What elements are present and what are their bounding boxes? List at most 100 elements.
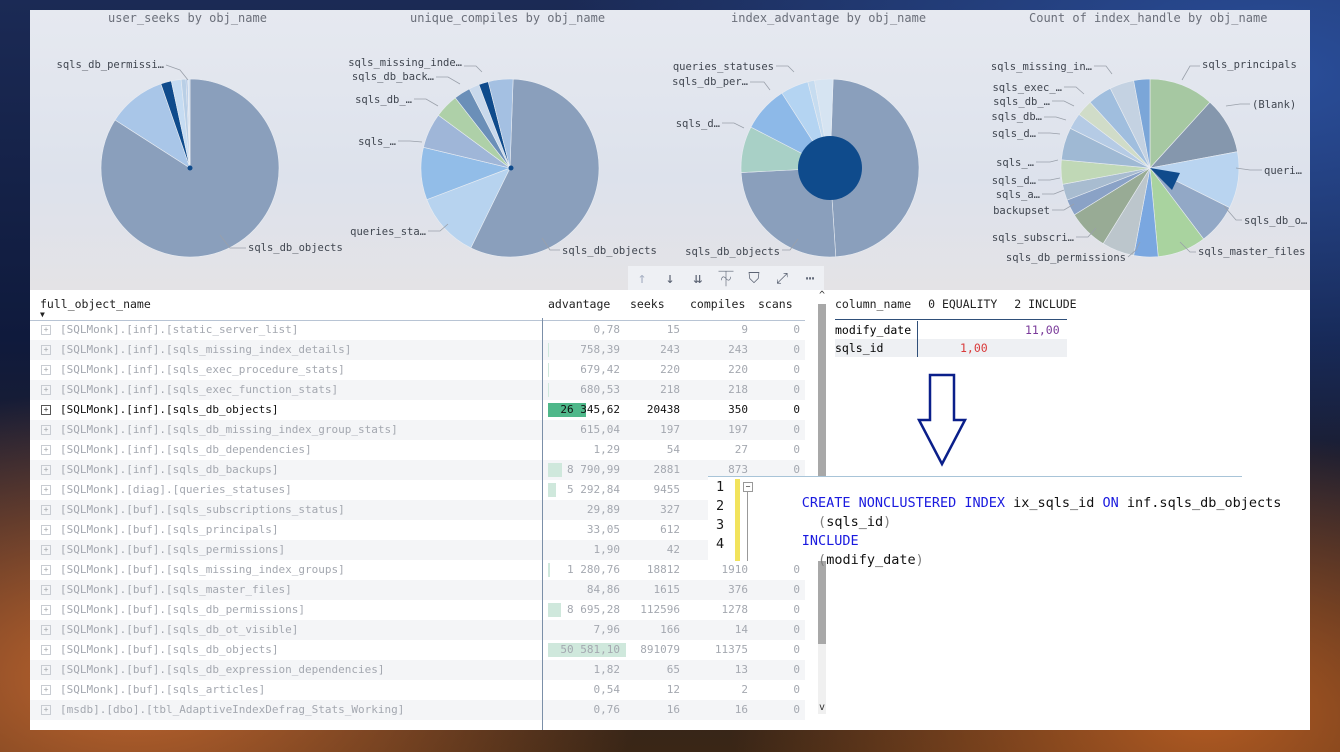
expand-row-icon[interactable]: + <box>41 465 51 475</box>
sql-identifier: modify_date <box>826 552 916 568</box>
pie-chart-unique-compiles[interactable] <box>420 78 600 258</box>
expand-row-icon[interactable]: + <box>41 605 51 615</box>
table-row[interactable]: + [SQLMonk].[buf].[sqls_db_objects] 50 581… <box>30 640 805 660</box>
table-row[interactable]: + [SQLMonk].[inf].[sqls_db_objects] 26 345… <box>30 400 805 420</box>
expand-row-icon[interactable]: + <box>41 385 51 395</box>
cell-seeks: 166 <box>660 623 680 636</box>
cell-scans: 0 <box>793 463 800 476</box>
expand-hierarchy-icon[interactable]: ⏇ <box>712 266 740 290</box>
expand-row-icon[interactable]: + <box>41 325 51 335</box>
expand-row-icon[interactable]: + <box>41 425 51 435</box>
pie-center-dot <box>187 165 193 171</box>
cell-advantage: 615,04 <box>580 423 620 436</box>
cell-compiles: 9 <box>741 323 748 336</box>
expand-row-icon[interactable]: + <box>41 685 51 695</box>
expand-row-icon[interactable]: + <box>41 485 51 495</box>
column-header-seeks[interactable]: seeks <box>630 297 665 311</box>
cell-advantage: 8 790,99 <box>567 463 620 476</box>
advantage-data-bar <box>548 343 550 357</box>
expand-row-icon[interactable]: + <box>41 565 51 575</box>
table-row[interactable]: + [msdb].[dbo].[tbl_AdaptiveIndexDefrag_S… <box>30 700 805 720</box>
pie-label: sqls_db_objects <box>685 246 780 258</box>
cell-scans: 0 <box>793 663 800 676</box>
cell-full-object-name: [SQLMonk].[buf].[sqls_articles] <box>60 683 266 696</box>
scroll-up-icon[interactable]: ^ <box>816 290 828 301</box>
expand-row-icon[interactable]: + <box>41 625 51 635</box>
expand-row-icon[interactable]: + <box>41 585 51 595</box>
cell-seeks: 1615 <box>653 583 681 596</box>
expand-row-icon[interactable]: + <box>41 405 51 415</box>
pie-label: (Blank) <box>1252 99 1296 111</box>
cell-seeks: 54 <box>666 443 680 456</box>
table-row[interactable]: + [SQLMonk].[buf].[sqls_master_files] 84,8… <box>30 580 805 600</box>
double-arrow-down-icon[interactable]: ⇊ <box>684 266 712 290</box>
cell-advantage: 50 581,10 <box>560 643 620 656</box>
more-options-icon[interactable]: ⋯ <box>796 266 824 290</box>
cell-scans: 0 <box>793 643 800 656</box>
table-row[interactable]: + [SQLMonk].[buf].[sqls_missing_index_gro… <box>30 560 805 580</box>
cell-compiles: 11375 <box>714 643 748 656</box>
matrix-header-equality[interactable]: 0 EQUALITY <box>928 297 997 311</box>
cell-seeks: 42 <box>666 543 680 556</box>
expand-row-icon[interactable]: + <box>41 365 51 375</box>
matrix-header-column-name[interactable]: column_name <box>835 297 911 311</box>
pie-chart-user-seeks[interactable] <box>100 78 280 258</box>
table-row[interactable]: + [SQLMonk].[buf].[sqls_subscriptions_sta… <box>30 500 805 520</box>
visual-header-toolbar: ↑ ↓ ⇊ ⏇ ⛉ ⤢ ⋯ <box>628 266 824 290</box>
cell-compiles: 218 <box>728 383 748 396</box>
table-row[interactable]: + [SQLMonk].[buf].[sqls_db_ot_visible] 7,9… <box>30 620 805 640</box>
filter-icon[interactable]: ⛉ <box>740 266 768 290</box>
matrix-row[interactable]: modify_date 11,00 <box>835 321 1067 339</box>
expand-row-icon[interactable]: + <box>41 345 51 355</box>
sort-desc-icon[interactable]: ▼ <box>40 310 45 319</box>
cell-compiles: 13 <box>734 663 748 676</box>
cell-compiles: 220 <box>728 363 748 376</box>
column-header-advantage[interactable]: advantage <box>548 297 610 311</box>
collapse-icon[interactable]: − <box>743 482 753 492</box>
charts-area: user_seeks by obj_name unique_compiles b… <box>30 10 1310 290</box>
sql-identifier: ix_sqls_id <box>1004 495 1103 511</box>
pie-chart-count-index-handle[interactable] <box>1060 78 1240 258</box>
cell-scans: 0 <box>793 383 800 396</box>
matrix-row[interactable]: sqls_id 1,00 <box>835 339 1067 357</box>
table-row[interactable]: + [SQLMonk].[inf].[sqls_missing_index_det… <box>30 340 805 360</box>
cell-compiles: 16 <box>734 703 748 716</box>
expand-row-icon[interactable]: + <box>41 445 51 455</box>
table-row[interactable]: + [SQLMonk].[inf].[sqls_exec_function_sta… <box>30 380 805 400</box>
table-row[interactable]: + [SQLMonk].[inf].[sqls_exec_procedure_st… <box>30 360 805 380</box>
expand-row-icon[interactable]: + <box>41 665 51 675</box>
cell-seeks: 20438 <box>646 403 680 416</box>
table-row[interactable]: + [SQLMonk].[buf].[sqls_principals] 33,05 6… <box>30 520 805 540</box>
table-header: full_object_name ▼ advantage seeks compi… <box>30 290 805 321</box>
expand-row-icon[interactable]: + <box>41 545 51 555</box>
matrix-header-include[interactable]: 2 INCLUDE <box>1014 297 1076 311</box>
cell-full-object-name: [SQLMonk].[inf].[static_server_list] <box>60 323 299 336</box>
pie-charts[interactable]: sqls_db_permissi… sqls_db_objects sqls_m… <box>30 10 1310 290</box>
table-row[interactable]: + [SQLMonk].[inf].[static_server_list] 0,7… <box>30 320 805 340</box>
table-row[interactable]: + [SQLMonk].[inf].[sqls_db_backups] 8 790,… <box>30 460 805 480</box>
cell-seeks: 891079 <box>640 643 680 656</box>
cell-advantage: 84,86 <box>586 583 620 596</box>
table-row[interactable]: + [SQLMonk].[diag].[queries_statuses] 5 29… <box>30 480 805 500</box>
table-row[interactable]: + [SQLMonk].[inf].[sqls_db_missing_index_… <box>30 420 805 440</box>
table-row[interactable]: + [SQLMonk].[buf].[sqls_db_expression_dep… <box>30 660 805 680</box>
column-header-compiles[interactable]: compiles <box>690 297 745 311</box>
arrow-up-icon[interactable]: ↑ <box>628 266 656 290</box>
expand-row-icon[interactable]: + <box>41 645 51 655</box>
focus-mode-icon[interactable]: ⤢ <box>768 266 796 290</box>
scroll-down-icon[interactable]: v <box>816 702 828 713</box>
expand-row-icon[interactable]: + <box>41 705 51 715</box>
expand-row-icon[interactable]: + <box>41 525 51 535</box>
table-row[interactable]: + [SQLMonk].[inf].[sqls_db_dependencies] 1… <box>30 440 805 460</box>
cell-compiles: 1278 <box>721 603 749 616</box>
table-row[interactable]: + [SQLMonk].[buf].[sqls_db_permissions] 8 … <box>30 600 805 620</box>
scrollbar-thumb[interactable] <box>818 304 826 644</box>
table-row[interactable]: + [SQLMonk].[buf].[sqls_articles] 0,54 12 2 0 <box>30 680 805 700</box>
table-row[interactable]: + [SQLMonk].[buf].[sqls_permissions] 1,90 4… <box>30 540 805 560</box>
expand-row-icon[interactable]: + <box>41 505 51 515</box>
sql-paren: ) <box>915 552 924 568</box>
column-header-scans[interactable]: scans <box>758 297 793 311</box>
cell-seeks: 65 <box>666 663 680 676</box>
column-header-full-object-name[interactable]: full_object_name <box>40 297 151 311</box>
arrow-down-icon[interactable]: ↓ <box>656 266 684 290</box>
